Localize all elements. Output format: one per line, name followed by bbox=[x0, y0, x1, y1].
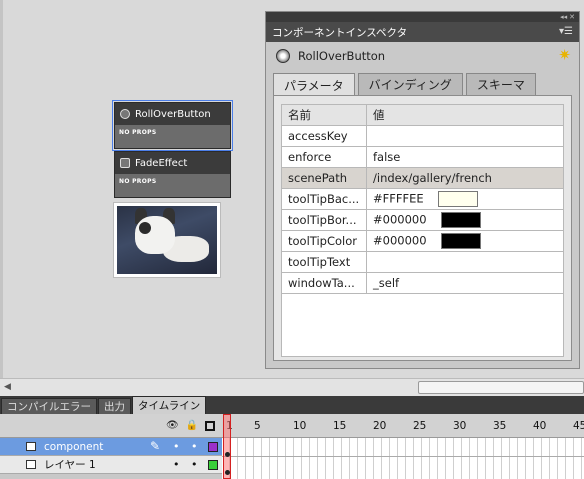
ruler-label: 40 bbox=[533, 420, 547, 432]
keyframe[interactable] bbox=[225, 452, 230, 457]
pencil-icon: ✎ bbox=[150, 439, 161, 453]
tab-bindings[interactable]: バインディング bbox=[357, 73, 463, 95]
param-value-text: #000000 bbox=[373, 233, 427, 248]
keyframe[interactable] bbox=[225, 470, 230, 475]
scroll-left-icon[interactable]: ◀ bbox=[4, 382, 11, 392]
table-row[interactable]: windowTa... _self bbox=[281, 272, 564, 294]
param-value[interactable]: _self bbox=[366, 272, 564, 294]
param-name: toolTipText bbox=[281, 251, 367, 273]
parameter-table: 名前 値 accessKey enforce false scenePath/in… bbox=[281, 104, 564, 294]
color-swatch[interactable] bbox=[437, 191, 478, 207]
panel-title: コンポーネントインスペクタ bbox=[272, 26, 408, 39]
color-swatch[interactable] bbox=[440, 212, 481, 228]
param-name: enforce bbox=[281, 146, 367, 168]
layer-row-layer1[interactable]: レイヤー 1 • • bbox=[0, 456, 222, 474]
stage[interactable]: RollOverButton NO PROPS FadeEffect NO PR… bbox=[0, 0, 584, 378]
param-value[interactable] bbox=[366, 251, 564, 273]
rolloverbutton-component[interactable]: RollOverButton NO PROPS bbox=[114, 102, 231, 149]
tab-output[interactable]: 出力 bbox=[98, 398, 131, 414]
param-value[interactable]: false bbox=[366, 146, 564, 168]
eye-icon[interactable]: 👁 bbox=[166, 420, 179, 431]
outline-icon[interactable] bbox=[205, 420, 216, 431]
table-row[interactable]: toolTipColor #000000 bbox=[281, 230, 564, 252]
fadeeffect-component[interactable]: FadeEffect NO PROPS bbox=[114, 151, 231, 198]
ruler-label: 5 bbox=[254, 420, 261, 432]
param-value[interactable]: /index/gallery/french bbox=[366, 167, 564, 189]
horizontal-scrollbar[interactable]: ◀ bbox=[0, 378, 584, 396]
column-header-name: 名前 bbox=[281, 104, 367, 126]
param-value[interactable]: #000000 bbox=[366, 230, 564, 252]
tab-schema[interactable]: スキーマ bbox=[465, 73, 536, 95]
param-value[interactable] bbox=[366, 125, 564, 147]
table-row[interactable]: toolTipBor... #000000 bbox=[281, 209, 564, 231]
lock-icon[interactable]: 🔒 bbox=[186, 420, 198, 431]
layer-name: component bbox=[44, 440, 104, 453]
layer-icon bbox=[26, 460, 36, 469]
collapse-icon[interactable]: ◂◂ bbox=[560, 13, 567, 21]
param-name: toolTipBor... bbox=[281, 209, 367, 231]
visibility-dot[interactable]: • bbox=[173, 458, 180, 471]
tab-compile-errors[interactable]: コンパイルエラー bbox=[1, 398, 97, 414]
layer-list: component ✎ • • レイヤー 1 • • bbox=[0, 438, 222, 474]
lock-dot[interactable]: • bbox=[191, 458, 198, 471]
component-title: FadeEffect bbox=[135, 157, 188, 169]
close-icon[interactable]: ✕ bbox=[569, 13, 575, 21]
table-filler bbox=[281, 294, 564, 357]
param-name: toolTipBac... bbox=[281, 188, 367, 210]
param-value-text: #FFFFEE bbox=[373, 191, 424, 206]
tab-timeline[interactable]: タイムライン bbox=[132, 396, 207, 414]
component-inspector-panel: ◂◂ ✕ コンポーネントインスペクタ ▾☰ RollOverButton ✷ パラ… bbox=[265, 11, 580, 369]
ruler-label: 25 bbox=[413, 420, 427, 432]
frame-ruler[interactable]: 1 5 10 15 20 25 30 35 40 45 bbox=[222, 414, 584, 438]
tab-parameters[interactable]: パラメータ bbox=[273, 73, 355, 96]
param-value-text: #000000 bbox=[373, 212, 427, 227]
panel-collapse-bar[interactable]: ◂◂ ✕ bbox=[266, 12, 579, 22]
param-value[interactable]: #FFFFEE bbox=[366, 188, 564, 210]
layer-color[interactable] bbox=[208, 442, 218, 452]
timeline-panel: 👁 🔒 1 5 10 15 20 25 30 35 40 45 componen… bbox=[0, 414, 584, 479]
layer-name: レイヤー 1 bbox=[44, 459, 96, 471]
ruler-label: 35 bbox=[493, 420, 507, 432]
component-icon bbox=[120, 158, 130, 168]
column-header-value: 値 bbox=[366, 104, 564, 126]
component-icon bbox=[120, 109, 130, 119]
bottom-tab-bar: コンパイルエラー 出力 タイムライン bbox=[0, 396, 584, 414]
table-row[interactable]: accessKey bbox=[281, 125, 564, 147]
ruler-label: 45 bbox=[573, 420, 584, 432]
table-row[interactable]: toolTipText bbox=[281, 251, 564, 273]
param-name: scenePath bbox=[281, 167, 367, 189]
table-row[interactable]: scenePath/index/gallery/french bbox=[281, 167, 564, 189]
star-icon[interactable]: ✷ bbox=[558, 46, 571, 64]
layer-color[interactable] bbox=[208, 460, 218, 470]
visibility-dot[interactable]: • bbox=[173, 440, 180, 453]
dog-photo[interactable] bbox=[113, 202, 221, 278]
param-name: accessKey bbox=[281, 125, 367, 147]
panel-menu-icon[interactable]: ▾☰ bbox=[559, 26, 573, 37]
color-swatch[interactable] bbox=[440, 233, 481, 249]
table-row[interactable]: enforce false bbox=[281, 146, 564, 168]
component-type-icon bbox=[276, 49, 290, 63]
ruler-label: 10 bbox=[293, 420, 307, 432]
component-props: NO PROPS bbox=[119, 178, 157, 185]
component-title: RollOverButton bbox=[135, 108, 211, 120]
component-props: NO PROPS bbox=[119, 129, 157, 136]
layer-icon bbox=[26, 442, 36, 451]
ruler-label: 30 bbox=[453, 420, 467, 432]
param-value[interactable]: #000000 bbox=[366, 209, 564, 231]
ruler-label: 15 bbox=[333, 420, 347, 432]
layer-row-component[interactable]: component ✎ • • bbox=[0, 438, 222, 456]
param-name: windowTa... bbox=[281, 272, 367, 294]
stage-edge bbox=[0, 0, 3, 378]
scroll-thumb[interactable] bbox=[418, 381, 584, 394]
component-name: RollOverButton bbox=[298, 49, 386, 63]
lock-dot[interactable]: • bbox=[191, 440, 198, 453]
table-row[interactable]: toolTipBac... #FFFFEE bbox=[281, 188, 564, 210]
ruler-label: 20 bbox=[373, 420, 387, 432]
frame-grid[interactable] bbox=[222, 438, 584, 479]
param-name: toolTipColor bbox=[281, 230, 367, 252]
